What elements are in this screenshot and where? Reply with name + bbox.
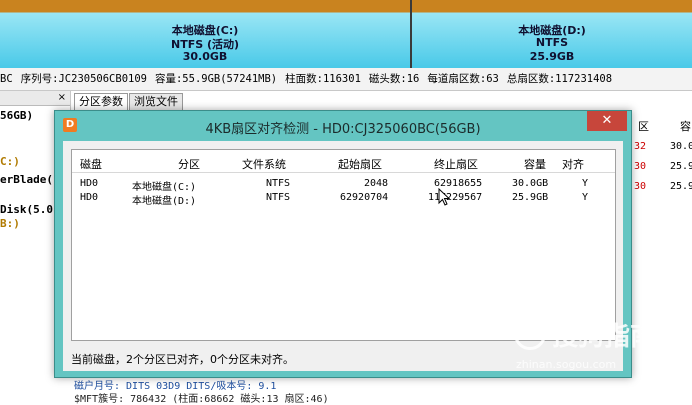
cell-aligned: Y	[582, 192, 589, 203]
cell-aligned: Y	[582, 178, 589, 189]
cell-size: 25.9GB	[512, 192, 549, 203]
right-cell: 32	[634, 141, 647, 152]
cell-disk: HD0	[80, 192, 99, 203]
cell-partition: 本地磁盘(C:)	[132, 182, 197, 193]
col-header-disk[interactable]: 磁盘	[80, 156, 102, 172]
disk-capacity: 容量:55.9GB(57241MB)	[154, 73, 278, 85]
disk-sectors-per-track: 每道扇区数:63	[427, 73, 499, 85]
col-header-aligned[interactable]: 对齐	[562, 156, 584, 172]
cell-size: 30.0GB	[512, 178, 549, 189]
tree-item-disk2[interactable]: erBlade(	[0, 173, 53, 186]
partition-c[interactable]: 本地磁盘(C:) NTFS (活动) 30.0GB	[0, 0, 412, 68]
tree-item-disk3[interactable]: Disk(5.0	[0, 203, 53, 216]
tree-item-c[interactable]: C:)	[0, 155, 20, 168]
disk-info-bar: BC 序列号:JC230506CB0109 容量:55.9GB(57241MB) 柱面…	[0, 68, 692, 91]
header-divider	[72, 172, 615, 173]
alignment-status: 当前磁盘，2个分区已对齐，0个分区未对齐。	[71, 353, 294, 366]
watermark-url: zhinan.sogou.com	[516, 358, 617, 371]
tab-partition-params[interactable]: 分区参数	[74, 93, 128, 110]
bottom-info-row-2: $MFT簇号: 786432 (柱面:68662 磁头:13 扇区:46)	[74, 394, 329, 405]
cell-filesystem: NTFS	[266, 192, 291, 203]
col-header-start-sector[interactable]: 起始扇区	[338, 156, 382, 172]
tab-bar: 分区参数 浏览文件	[74, 93, 184, 111]
right-column-header-2: 容	[680, 120, 691, 133]
cell-start-sector: 2048	[364, 178, 389, 189]
right-cell: 30.0	[670, 141, 692, 152]
cell-end-sector: 117229567	[428, 192, 483, 203]
close-icon[interactable]: ✕	[587, 111, 627, 131]
tab-browse-files[interactable]: 浏览文件	[129, 93, 183, 110]
partition-d-fs: NTFS	[535, 36, 569, 49]
cell-start-sector: 62920704	[340, 192, 389, 203]
partition-d-size: 25.9GB	[529, 50, 575, 63]
partition-d[interactable]: 本地磁盘(D:) NTFS 25.9GB	[412, 0, 692, 68]
right-column-header-1: 区	[638, 120, 649, 133]
dialog-title-bar[interactable]: D 4KB扇区对齐检测 - HD0:CJ325060BC(56GB) ✕	[55, 111, 631, 141]
disk-cylinders: 柱面数:116301	[285, 73, 361, 85]
watermark-text: 搜狗指南	[552, 322, 657, 352]
partition-bar: 本地磁盘(C:) NTFS (活动) 30.0GB 本地磁盘(D:) NTFS …	[0, 0, 692, 68]
col-header-end-sector[interactable]: 终止扇区	[434, 156, 478, 172]
tree-item-b[interactable]: B:)	[0, 217, 20, 230]
alignment-table: 磁盘 分区 文件系统 起始扇区 终止扇区 容量 对齐 HD0 本地磁盘(C:) …	[71, 149, 616, 341]
right-cell: 25.9	[670, 181, 692, 192]
tree-panel-header: ×	[0, 91, 70, 106]
mouse-cursor-icon	[438, 188, 450, 206]
right-cell: 30	[634, 181, 647, 192]
col-header-partition[interactable]: 分区	[178, 156, 200, 172]
right-cell: 25.9	[670, 161, 692, 172]
right-cell: 30	[634, 161, 647, 172]
tree-item-disk[interactable]: 56GB)	[0, 109, 33, 122]
disk-info-prefix: BC	[0, 73, 13, 85]
disk-heads: 磁头数:16	[368, 73, 420, 85]
watermark-logo-icon	[514, 318, 546, 350]
disk-total-sectors: 总扇区数:117231408	[506, 73, 613, 85]
dialog-title: 4KB扇区对齐检测 - HD0:CJ325060BC(56GB)	[205, 122, 481, 137]
cell-filesystem: NTFS	[266, 178, 291, 189]
col-header-size[interactable]: 容量	[524, 156, 546, 172]
col-header-filesystem[interactable]: 文件系统	[242, 156, 286, 172]
partition-c-size: 30.0GB	[182, 50, 228, 63]
disk-serial: 序列号:JC230506CB0109	[20, 73, 147, 85]
cell-disk: HD0	[80, 178, 99, 189]
tree-panel-close-icon[interactable]: ×	[58, 91, 66, 105]
cell-partition: 本地磁盘(D:)	[132, 196, 197, 207]
